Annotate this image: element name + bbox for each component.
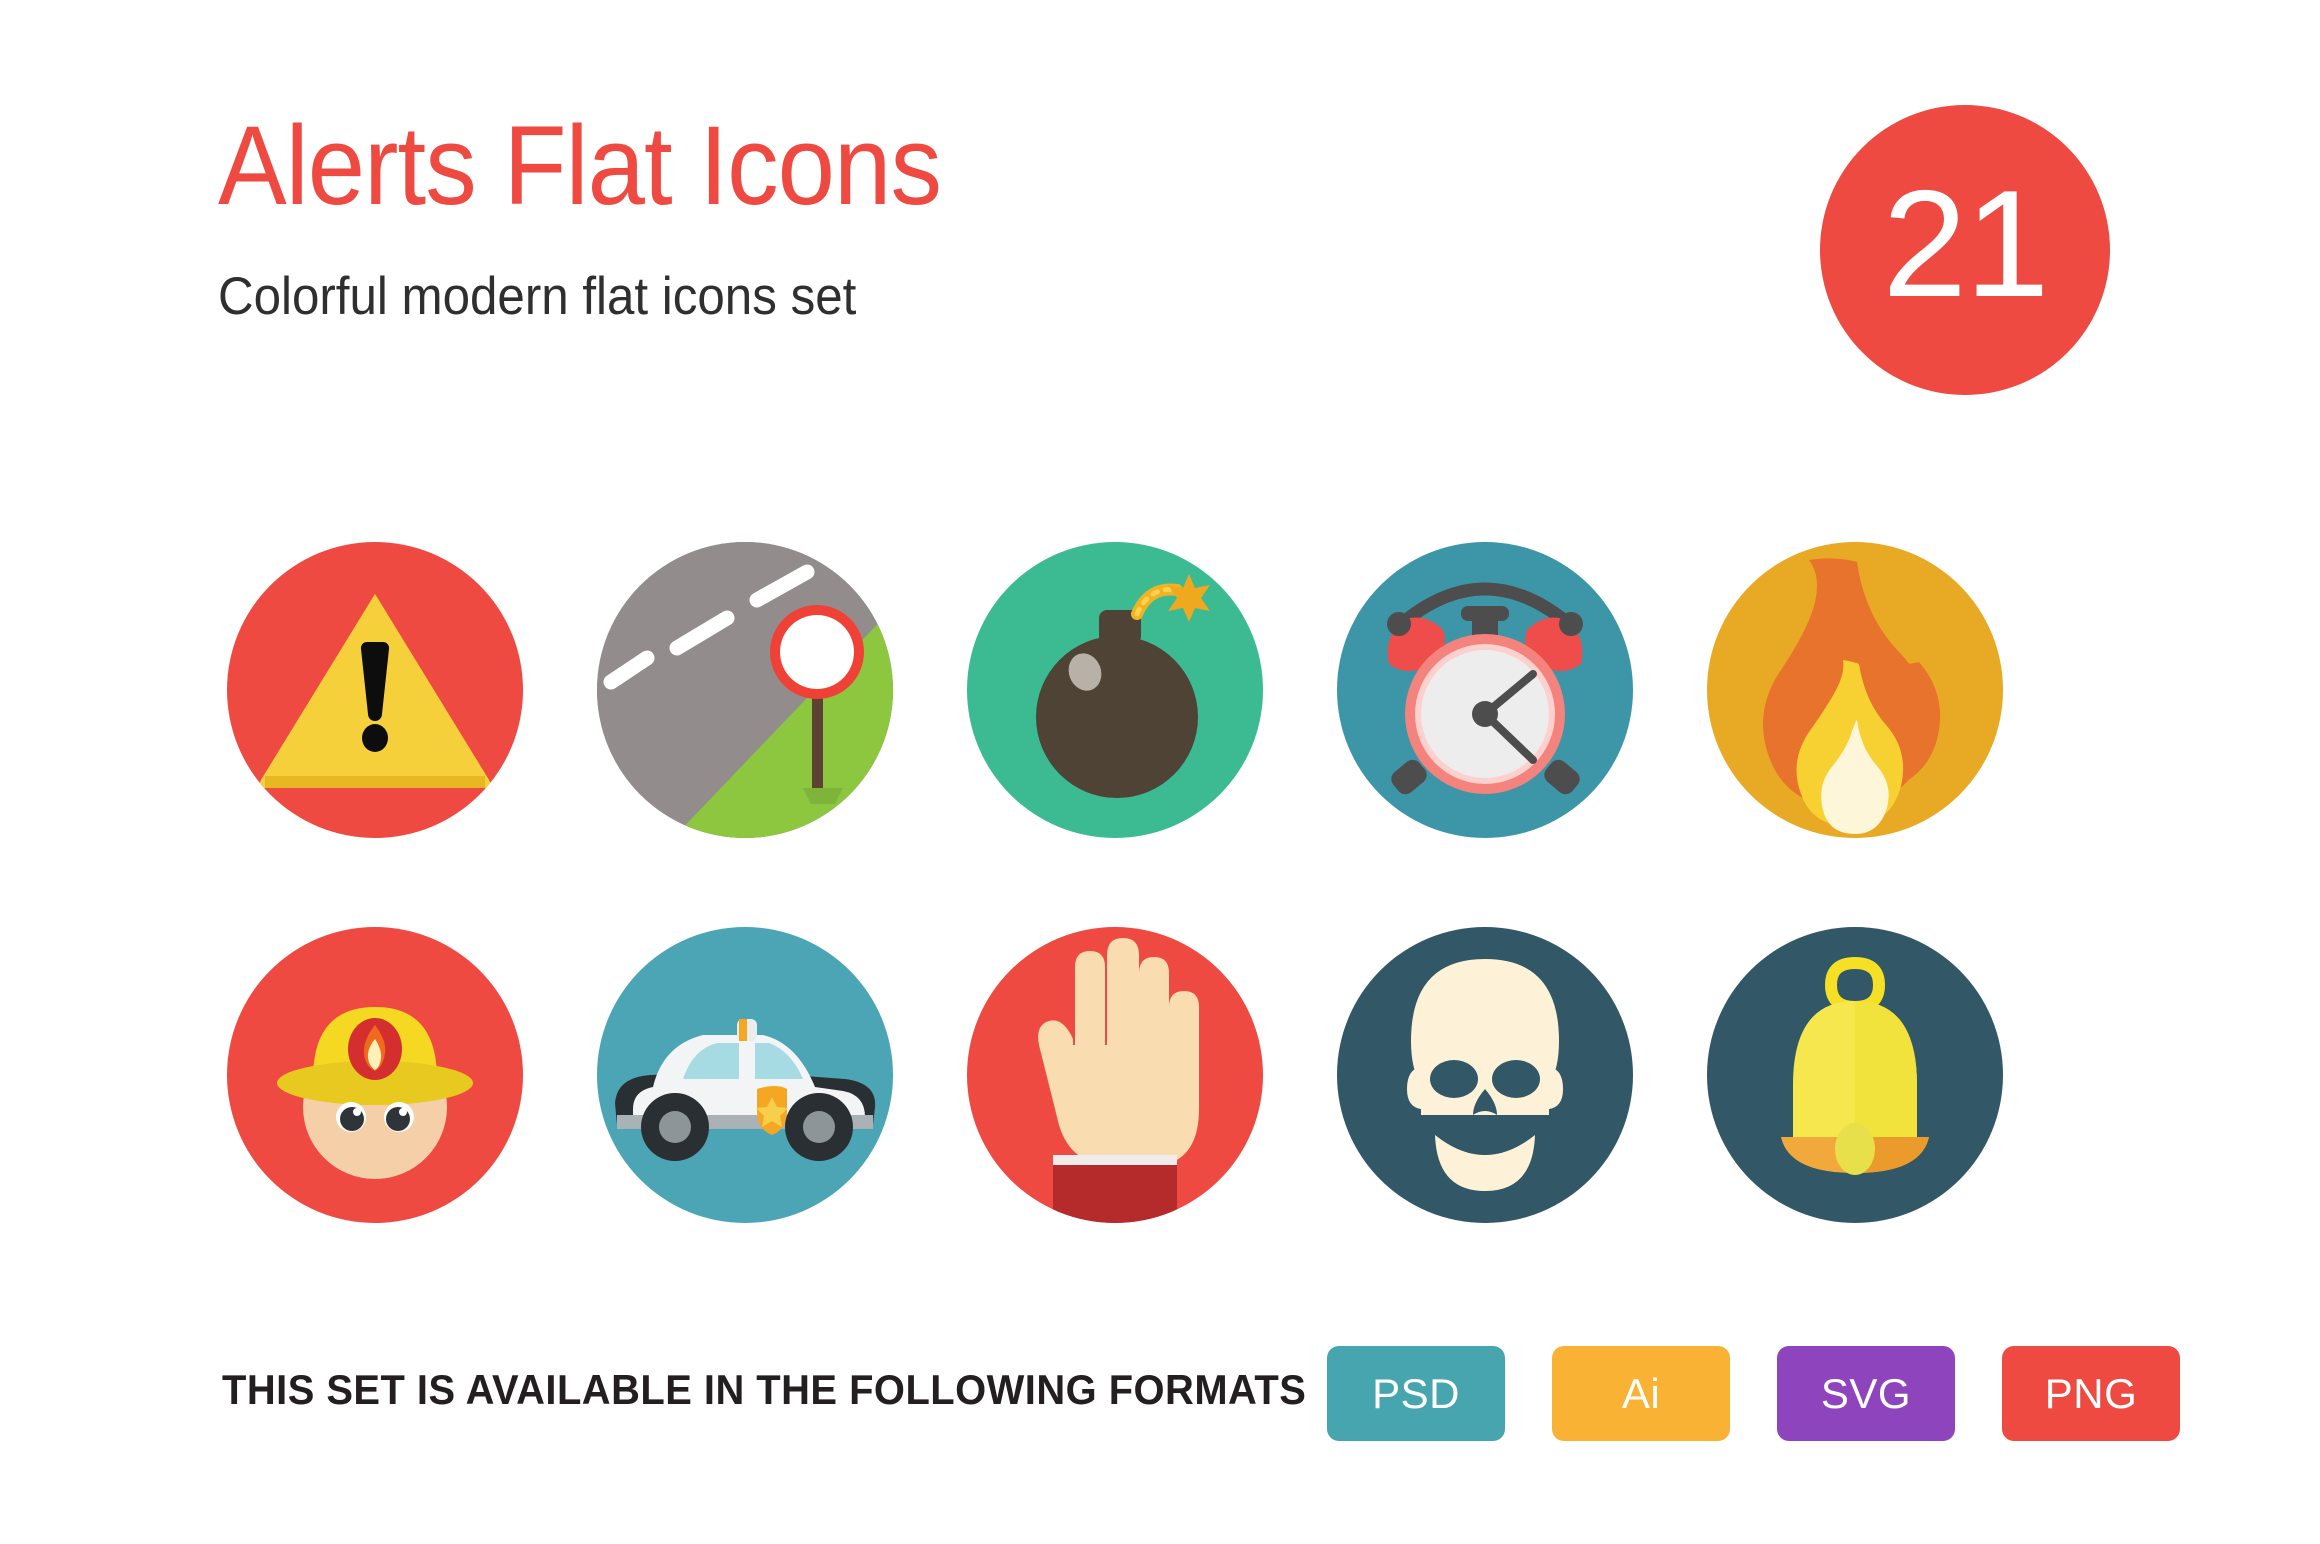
format-badge-svg[interactable]: SVG — [1777, 1346, 1955, 1441]
format-badge-png[interactable]: PNG — [2002, 1346, 2180, 1441]
skull-icon — [1407, 959, 1563, 1191]
page-title: Alerts Flat Icons — [218, 103, 942, 228]
road-sign-icon — [597, 542, 893, 838]
header: Alerts Flat Icons Colorful modern flat i… — [218, 110, 1004, 327]
format-badge-psd[interactable]: PSD — [1327, 1346, 1505, 1441]
icon-tile-bell[interactable] — [1707, 927, 2003, 1223]
bell-icon — [1781, 956, 1929, 1175]
icon-tile-stop-hand[interactable] — [967, 927, 1263, 1223]
police-car-icon — [615, 1019, 876, 1161]
format-badge-ai-label: Ai — [1621, 1369, 1661, 1417]
icon-count-badge: 21 — [1820, 105, 2110, 395]
format-badge-psd-label: PSD — [1372, 1369, 1460, 1417]
page-subtitle: Colorful modern flat icons set — [218, 267, 857, 326]
icon-tile-firefighter[interactable] — [227, 927, 523, 1223]
icon-tile-alarm-clock[interactable] — [1337, 542, 1633, 838]
icon-tile-bomb[interactable] — [967, 542, 1263, 838]
formats-caption: THIS SET IS AVAILABLE IN THE FOLLOWING F… — [222, 1366, 1307, 1413]
icon-tile-road-sign[interactable] — [597, 542, 893, 838]
icon-tile-police-car[interactable] — [597, 927, 893, 1223]
bomb-icon — [1036, 574, 1210, 798]
icon-tile-skull[interactable] — [1337, 927, 1633, 1223]
alarm-clock-icon — [1387, 582, 1583, 795]
firefighter-icon — [277, 1007, 473, 1179]
icon-count-value: 21 — [1882, 159, 2049, 329]
format-badge-png-label: PNG — [2044, 1369, 2138, 1417]
stop-hand-icon — [1038, 938, 1199, 1223]
icon-tile-fire[interactable] — [1707, 542, 2003, 838]
fire-flame-icon — [1763, 558, 1941, 834]
icon-tile-warning-triangle[interactable] — [227, 542, 523, 838]
format-badge-svg-label: SVG — [1820, 1369, 1912, 1417]
format-badge-ai[interactable]: Ai — [1552, 1346, 1730, 1441]
format-badge-list: PSD Ai SVG PNG — [1327, 1346, 2180, 1441]
warning-triangle-icon — [259, 594, 491, 788]
poster-canvas: Alerts Flat Icons Colorful modern flat i… — [0, 0, 2320, 1544]
